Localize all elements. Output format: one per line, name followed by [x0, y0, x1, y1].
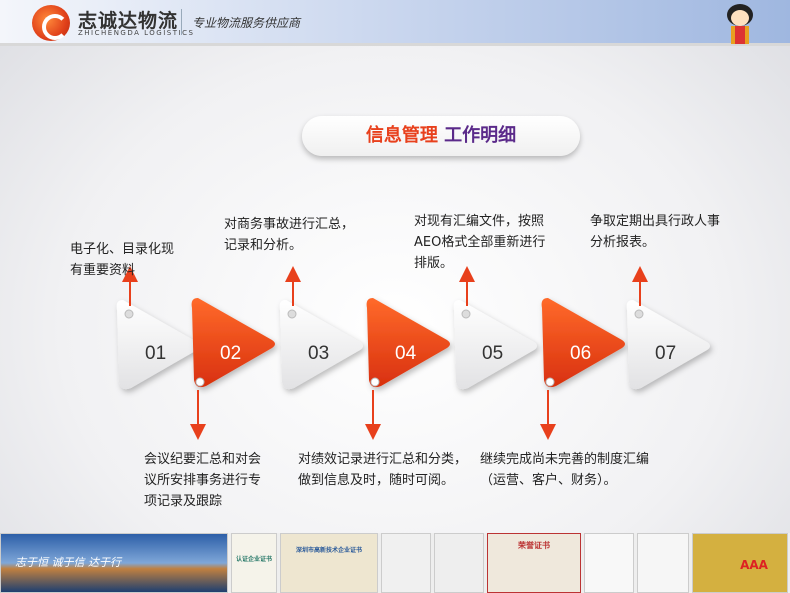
step-number: 03: [308, 343, 329, 364]
cert-image: 荣誉证书: [487, 533, 581, 593]
step-number: 02: [220, 343, 241, 364]
cert-title: 荣誉证书: [518, 541, 550, 550]
cert-title: 认证企业证书: [235, 556, 272, 563]
step-text-06: 继续完成尚未完善的制度汇编（运营、客户、财务）。: [480, 452, 650, 488]
step-number: 07: [655, 343, 676, 364]
cert-image: AAA: [692, 533, 788, 593]
step-text-04: 对绩效记录进行汇总和分类，做到信息及时，随时可阅。: [298, 452, 468, 488]
step-number: 05: [482, 343, 503, 364]
hole-dot: [195, 377, 205, 387]
step-number: 04: [395, 343, 417, 364]
step-shape-06: 06: [540, 298, 625, 440]
banner-slogan: 志于恒 诚于信 达于行: [15, 556, 121, 569]
step-shape-07: 07: [626, 266, 710, 390]
step-text-05: 对现有汇编文件，按照AEO格式全部重新进行排版。: [414, 214, 546, 271]
step-shape-02: 02: [190, 298, 275, 440]
hole-dot: [287, 309, 297, 319]
cert-image: [381, 533, 431, 593]
step-text-03: 对商务事故进行汇总，记录和分析。: [224, 217, 355, 253]
ship-banner: 志于恒 诚于信 达于行: [0, 533, 228, 593]
banner-strip: 志于恒 诚于信 达于行 认证企业证书 深圳市高新技术企业证书 荣誉证书 AAA: [0, 533, 790, 593]
step-number: 01: [145, 343, 166, 364]
step-text-01: 电子化、目录化现有重要资料: [70, 242, 175, 278]
step-shape-05: 05: [453, 266, 537, 390]
step-text-02: 会议纪要汇总和对会议所安排事务进行专项记录及跟踪: [144, 452, 262, 509]
hole-dot: [370, 377, 380, 387]
cert-title: 深圳市高新技术企业证书: [295, 547, 362, 554]
step-text-07: 争取定期出具行政人事分析报表。: [590, 214, 721, 250]
cert-image: 认证企业证书: [231, 533, 277, 593]
step-shape-04: 04: [365, 298, 450, 440]
cert-image: 深圳市高新技术企业证书: [280, 533, 378, 593]
hole-dot: [461, 309, 471, 319]
hole-dot: [124, 309, 134, 319]
cert-image: [637, 533, 689, 593]
cert-title: AAA: [740, 558, 768, 572]
step-number: 06: [570, 343, 591, 364]
step-shape-03: 03: [279, 266, 363, 390]
hole-dot: [634, 309, 644, 319]
cert-image: [584, 533, 634, 593]
step-shape-01: 01: [116, 266, 200, 390]
cert-image: [434, 533, 484, 593]
hole-dot: [545, 377, 555, 387]
